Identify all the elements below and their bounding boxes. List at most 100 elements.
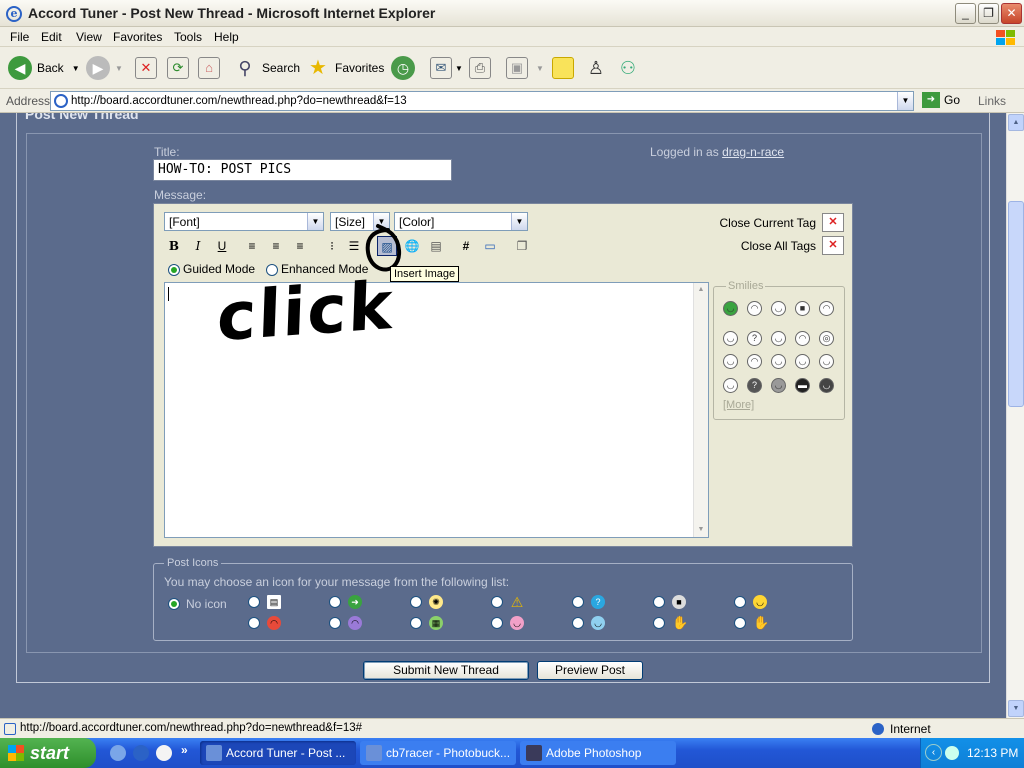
tray-app-icon[interactable] xyxy=(945,746,959,760)
menu-help[interactable]: Help xyxy=(214,30,239,44)
scroll-thumb[interactable] xyxy=(1008,201,1024,407)
post-icon-radio[interactable] xyxy=(734,617,746,629)
close-current-tag[interactable]: Close Current Tag ✕ xyxy=(720,213,844,232)
contacts-button[interactable]: ⚇ xyxy=(616,55,645,81)
smilie-icon[interactable]: ◡ xyxy=(723,331,738,346)
post-icon-option[interactable]: ◠ xyxy=(329,616,362,630)
message-textarea[interactable]: click ▲ ▼ xyxy=(164,267,709,538)
post-icon-option[interactable]: ▤ xyxy=(248,595,281,609)
color-select[interactable]: [Color] ▼ xyxy=(394,212,528,231)
history-button[interactable]: ◷ xyxy=(391,55,420,81)
post-icon-radio[interactable] xyxy=(410,617,422,629)
menu-file[interactable]: File xyxy=(10,30,29,44)
align-center-button[interactable]: ≡ xyxy=(266,236,286,256)
close-current-tag-button[interactable]: ✕ xyxy=(822,213,844,232)
textarea-scrollbar[interactable]: ▲ ▼ xyxy=(693,283,708,537)
chevron-down-icon[interactable]: ▼ xyxy=(897,92,913,110)
post-icon-option[interactable]: ✋ xyxy=(653,616,688,630)
more-smilies-link[interactable]: [More] xyxy=(723,399,754,411)
window-titlebar[interactable]: e Accord Tuner - Post New Thread - Micro… xyxy=(0,0,1024,27)
underline-button[interactable]: U xyxy=(212,236,232,256)
close-all-tags-button[interactable]: ✕ xyxy=(822,236,844,255)
chevron-down-icon[interactable]: ▼ xyxy=(536,64,544,73)
chevron-right-icon[interactable]: » xyxy=(181,743,188,757)
go-button[interactable]: ➜ Go xyxy=(922,92,960,108)
menu-view[interactable]: View xyxy=(76,30,102,44)
scroll-down-icon[interactable]: ▼ xyxy=(694,523,708,537)
post-icon-option[interactable]: ◡ xyxy=(572,616,605,630)
smilie-icon[interactable]: ◡ xyxy=(795,354,810,369)
preview-post-button[interactable]: Preview Post xyxy=(537,661,643,680)
forward-button[interactable]: ▶ ▼ xyxy=(86,55,123,81)
mail-button[interactable]: ✉ ▼ xyxy=(430,55,463,81)
smilie-icon[interactable]: ▬ xyxy=(795,378,810,393)
submit-new-thread-button[interactable]: Submit New Thread xyxy=(363,661,529,680)
menu-favorites[interactable]: Favorites xyxy=(113,30,162,44)
home-button[interactable]: ⌂ xyxy=(198,55,220,81)
guided-mode-option[interactable]: Guided Mode xyxy=(168,262,255,276)
address-input[interactable]: http://board.accordtuner.com/newthread.p… xyxy=(50,91,914,111)
insert-email-icon[interactable]: ▤ xyxy=(426,236,446,256)
quote-button[interactable]: ❐ xyxy=(512,236,532,256)
smilie-icon[interactable]: ◡ xyxy=(819,378,834,393)
post-icon-radio[interactable] xyxy=(734,596,746,608)
clock[interactable]: 12:13 PM xyxy=(967,746,1018,760)
italic-button[interactable]: I xyxy=(188,236,208,256)
align-right-button[interactable]: ≡ xyxy=(290,236,310,256)
bold-button[interactable]: B xyxy=(164,236,184,256)
discuss-button[interactable] xyxy=(552,55,574,81)
post-icon-radio[interactable] xyxy=(491,596,503,608)
font-select[interactable]: [Font] ▼ xyxy=(164,212,324,231)
post-icon-option[interactable]: ◡ xyxy=(491,616,524,630)
smilie-icon[interactable]: ? xyxy=(747,378,762,393)
smilie-icon[interactable]: ◡ xyxy=(771,378,786,393)
chevron-down-icon[interactable]: ▼ xyxy=(115,64,123,73)
php-button[interactable]: ▭ xyxy=(480,236,500,256)
post-icon-radio[interactable] xyxy=(491,617,503,629)
post-icon-option[interactable]: ◡ xyxy=(734,595,767,609)
post-icon-option[interactable]: ➜ xyxy=(329,595,362,609)
post-icon-option[interactable]: ? xyxy=(572,595,605,609)
close-button[interactable]: ✕ xyxy=(1001,3,1022,24)
scroll-up-icon[interactable]: ▲ xyxy=(694,283,708,297)
scroll-up-icon[interactable]: ▲ xyxy=(1008,114,1024,131)
post-icon-radio[interactable] xyxy=(248,596,260,608)
post-icon-option[interactable]: ▦ xyxy=(410,616,443,630)
align-left-button[interactable]: ≡ xyxy=(242,236,262,256)
post-icon-radio[interactable] xyxy=(653,596,665,608)
smilie-icon[interactable]: ◡ xyxy=(771,301,786,316)
ie-quicklaunch-icon[interactable] xyxy=(133,745,149,761)
print-button[interactable]: ⎙ xyxy=(469,55,491,81)
task-photobucket[interactable]: cb7racer - Photobuck... xyxy=(360,741,516,765)
post-icon-option[interactable]: ✺ xyxy=(410,595,443,609)
menu-edit[interactable]: Edit xyxy=(41,30,62,44)
chevron-down-icon[interactable]: ▼ xyxy=(72,64,80,73)
username-link[interactable]: drag-n-race xyxy=(722,145,784,159)
menu-tools[interactable]: Tools xyxy=(174,30,202,44)
minimize-button[interactable]: _ xyxy=(955,3,976,24)
maximize-button[interactable]: ❐ xyxy=(978,3,999,24)
media-player-icon[interactable] xyxy=(156,745,172,761)
start-button[interactable]: start xyxy=(0,738,96,768)
guided-mode-radio[interactable] xyxy=(168,263,180,276)
links-label[interactable]: Links xyxy=(978,94,1006,108)
refresh-button[interactable]: ⟳ xyxy=(167,55,189,81)
smilie-icon[interactable]: ◠ xyxy=(795,331,810,346)
search-button[interactable]: ⚲ Search xyxy=(233,55,300,81)
post-icon-radio[interactable] xyxy=(572,617,584,629)
smilie-icon[interactable]: ? xyxy=(747,331,762,346)
smilie-icon[interactable]: ◠ xyxy=(819,301,834,316)
page-scrollbar[interactable]: ▲ ▼ xyxy=(1006,113,1024,718)
close-all-tags[interactable]: Close All Tags ✕ xyxy=(741,236,844,255)
edit-button[interactable]: ▣ ▼ xyxy=(506,55,544,81)
smilie-icon[interactable]: ◠ xyxy=(747,301,762,316)
ordered-list-button[interactable]: ⁝ xyxy=(322,236,342,256)
favorites-button[interactable]: ★ Favorites xyxy=(306,55,384,81)
post-icon-radio[interactable] xyxy=(572,596,584,608)
post-icon-radio[interactable] xyxy=(329,596,341,608)
no-icon-radio[interactable] xyxy=(168,598,180,610)
smilie-icon[interactable]: ◡ xyxy=(771,354,786,369)
task-accord-tuner[interactable]: Accord Tuner - Post ... xyxy=(200,741,356,765)
smilie-icon[interactable]: ◡ xyxy=(723,354,738,369)
chevron-down-icon[interactable]: ▼ xyxy=(455,64,463,73)
